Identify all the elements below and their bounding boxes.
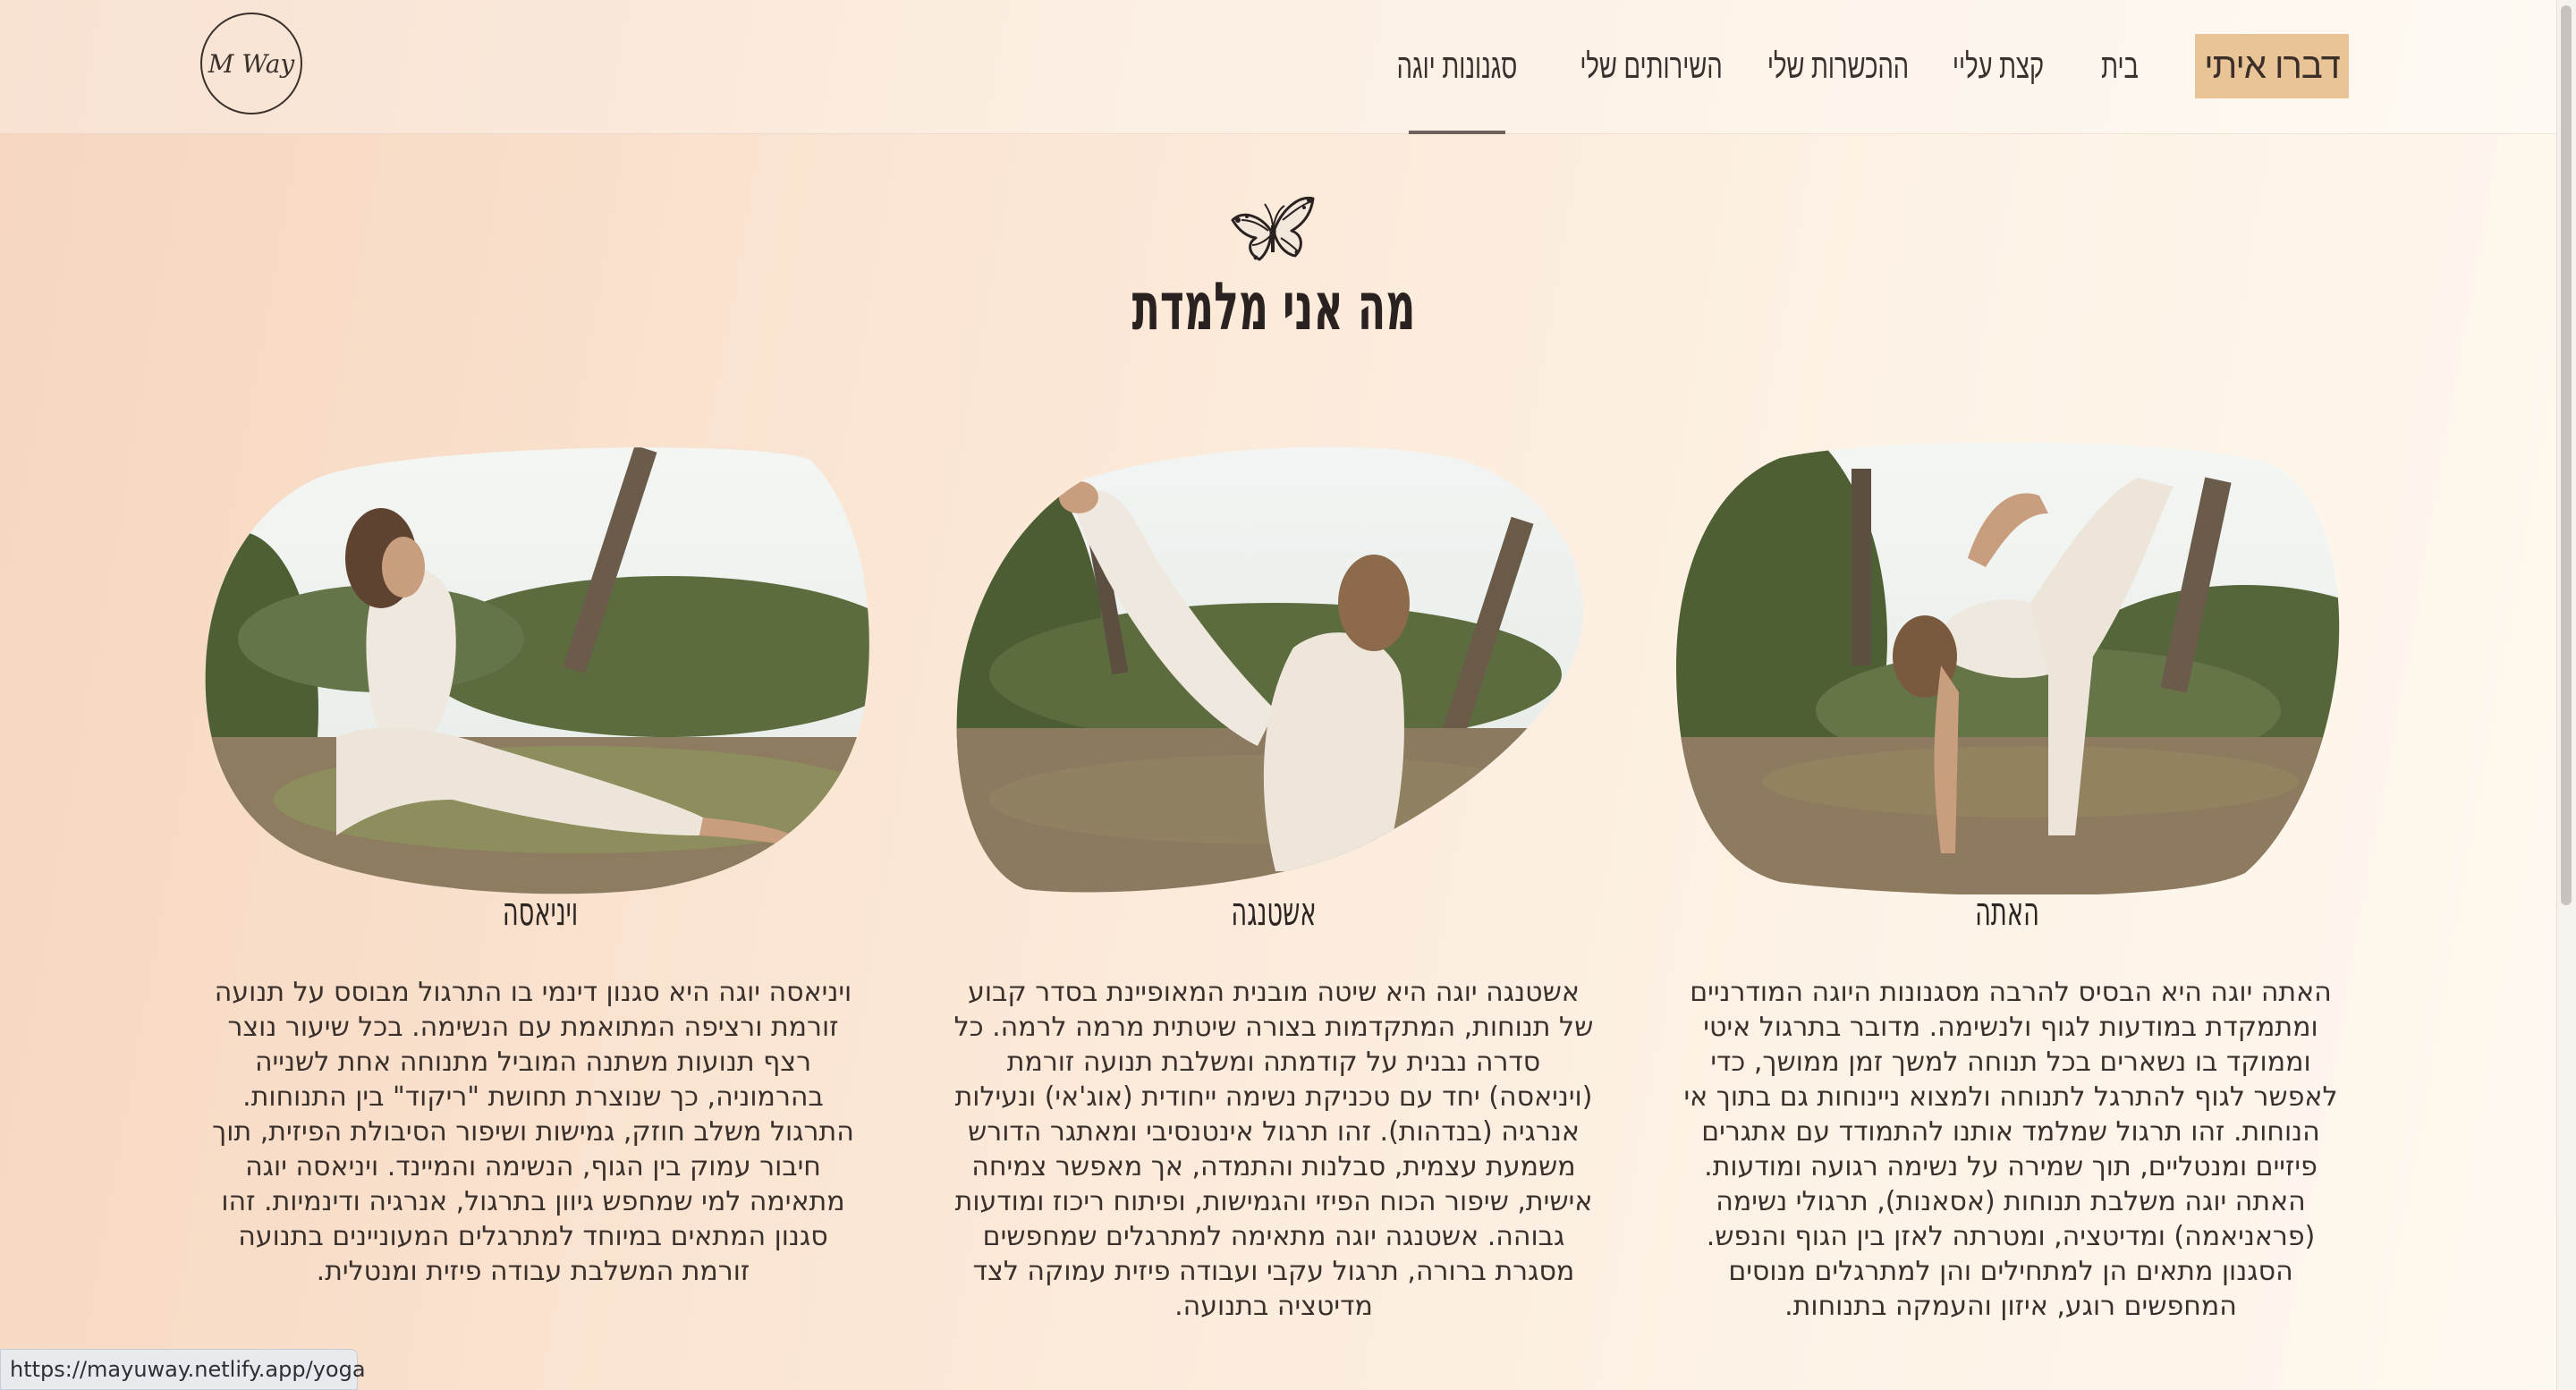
logo-text: M Way (208, 48, 295, 79)
card-text-line: זורמת ורציפה המתואמת עם הנשימה. בכל שיעו… (227, 1012, 839, 1043)
card-text-line: האתה יוגה משלבת תנוחות (אסאנות), תרגולי … (1716, 1186, 2306, 1217)
card-text-line: סדרה נבנית על קודמתה ומשלבת תנועה זורמת (1006, 1047, 1541, 1078)
nav-item-about-label: קצת עליי (1952, 47, 2045, 86)
nav-item-services[interactable]: השירותים שלי (1580, 0, 1722, 134)
butterfly-icon (1229, 190, 1317, 268)
card-title-hatha: האתה (1975, 889, 2039, 935)
status-url: https://mayuway.netlify.app/yoga (10, 1357, 366, 1382)
card-text-line: המחפשים רוגע, איזון והעמקה בתנוחות. (1784, 1291, 2237, 1322)
card-text-line: של תנוחות, המתקדמות בצורה שיטתית מרמה לר… (953, 1012, 1594, 1043)
card-text-vinyasa: ויניאסה יוגה היא סגנון דינמי בו התרגול מ… (188, 975, 878, 1289)
card-text-line: ויניאסה יוגה היא סגנון דינמי בו התרגול מ… (214, 977, 852, 1008)
card-text-line: האתה יוגה היא הבסיס להרבה מסגנונות היוגה… (1690, 977, 2332, 1008)
card-text-line: בהרמוניה, כך שנוצרת תחושת "ריקוד" בין הת… (242, 1081, 824, 1113)
hatha-photo (1673, 442, 2342, 894)
card-text-line: מדיטציה בתנועה. (1174, 1291, 1373, 1322)
card-text-line: התרגול משלב חוזק, גמישות ושיפור הסיבולת … (212, 1116, 854, 1148)
card-title-ashtanga: אשטנגה (1231, 889, 1317, 935)
ashtanga-photo (953, 442, 1587, 894)
card-text-line: אנרגיה (בנדהות). זהו תרגול אינטנסיבי ומא… (968, 1116, 1580, 1148)
card-text-line: חיבור עמוק בין הגוף, הנשימה והמיינד. וינ… (245, 1151, 821, 1182)
card-text-line: מתאימה למי שמחפש גיוון בתרגול, אנרגיה וד… (221, 1186, 845, 1217)
card-text-line: אשטנגה יוגה היא שיטה מובנית המאופיינת בס… (968, 977, 1580, 1008)
card-text-line: סגנון המתאים במיוחד למתרגלים המעוניינים … (238, 1221, 828, 1252)
scrollbar-thumb[interactable] (2561, 5, 2572, 905)
nav-item-home[interactable]: בית (2094, 0, 2146, 134)
card-text-line: הסגנון מתאים הן למתחילים והן למתרגלים מנ… (1728, 1256, 2293, 1287)
section-title: מה אני מלמדת (1131, 268, 1416, 345)
nav-item-trainings[interactable]: ההכשרות שלי (1767, 0, 1909, 134)
nav-item-about[interactable]: קצת עליי (1953, 0, 2044, 134)
card-text-line: הנוחות. זהו תרגול שמלמד אותנו להתמודד עם… (1701, 1116, 2320, 1148)
nav-item-services-label: השירותים שלי (1580, 47, 1723, 86)
card-text-line: גבוהה. אשטנגה יוגה מתאימה למתרגלים שמחפש… (982, 1221, 1565, 1252)
page-scrollbar[interactable] (2556, 0, 2576, 1390)
nav-item-trainings-label: ההכשרות שלי (1767, 47, 1910, 86)
site-header: M Way בית קצת עליי ההכשרות שלי השירותים … (0, 0, 2556, 134)
card-text-line: רצף תנועות משתנה המוביל מתנוחה אחת לשניי… (254, 1047, 812, 1078)
card-text-line: (פראניאמה) ומדיטציה, ומטרתה לאזן בין הגו… (1706, 1221, 2316, 1252)
nav-item-home-label: בית (2101, 47, 2139, 86)
card-text-line: ומתמקדת במודעות לגוף ולנשימה. מדובר בתרג… (1703, 1012, 2318, 1043)
link-status-bar: https://mayuway.netlify.app/yoga (0, 1349, 366, 1390)
card-text-line: אישית, שיפור הכוח הפיזי והגמישות, ופיתוח… (954, 1186, 1593, 1217)
card-text-line: (ויניאסה) יחד עם טכניקת נשימה ייחודית (א… (954, 1081, 1593, 1113)
card-text-line: וממוקד בו נשארים בכל תנוחה למשך זמן ממוש… (1710, 1047, 2311, 1078)
card-text-line: מסגרת ברורה, תרגול עקבי ועבודה פיזית עמו… (972, 1256, 1575, 1287)
site-logo[interactable]: M Way (200, 13, 302, 114)
card-text-hatha: האתה יוגה היא הבסיס להרבה מסגנונות היוגה… (1665, 975, 2356, 1324)
nav-item-yoga-styles-label: סגנונות יוגה (1396, 47, 1518, 86)
vinyasa-photo (202, 442, 875, 894)
card-text-line: לאפשר לגוף להתרגל לתנוחה ולמצוא ניינוחות… (1683, 1081, 2338, 1113)
card-text-line: פיזיים ומנטליים, תוך שמירה על נשימה רגוע… (1704, 1151, 2318, 1182)
nav-item-yoga-styles[interactable]: סגנונות יוגה (1397, 0, 1517, 134)
contact-button-label: דברו איתי (2204, 46, 2341, 86)
card-title-vinyasa: ויניאסה (502, 889, 579, 935)
card-text-line: משמעת עצמית, סבלנות והתמדה, אך מאפשר צמי… (971, 1151, 1576, 1182)
card-text-line: זורמת המשלבת עבודה פיזית ומנטלית. (316, 1256, 750, 1287)
card-text-ashtanga: אשטנגה יוגה היא שיטה מובנית המאופיינת בס… (928, 975, 1619, 1324)
contact-button[interactable]: דברו איתי (2195, 34, 2349, 98)
